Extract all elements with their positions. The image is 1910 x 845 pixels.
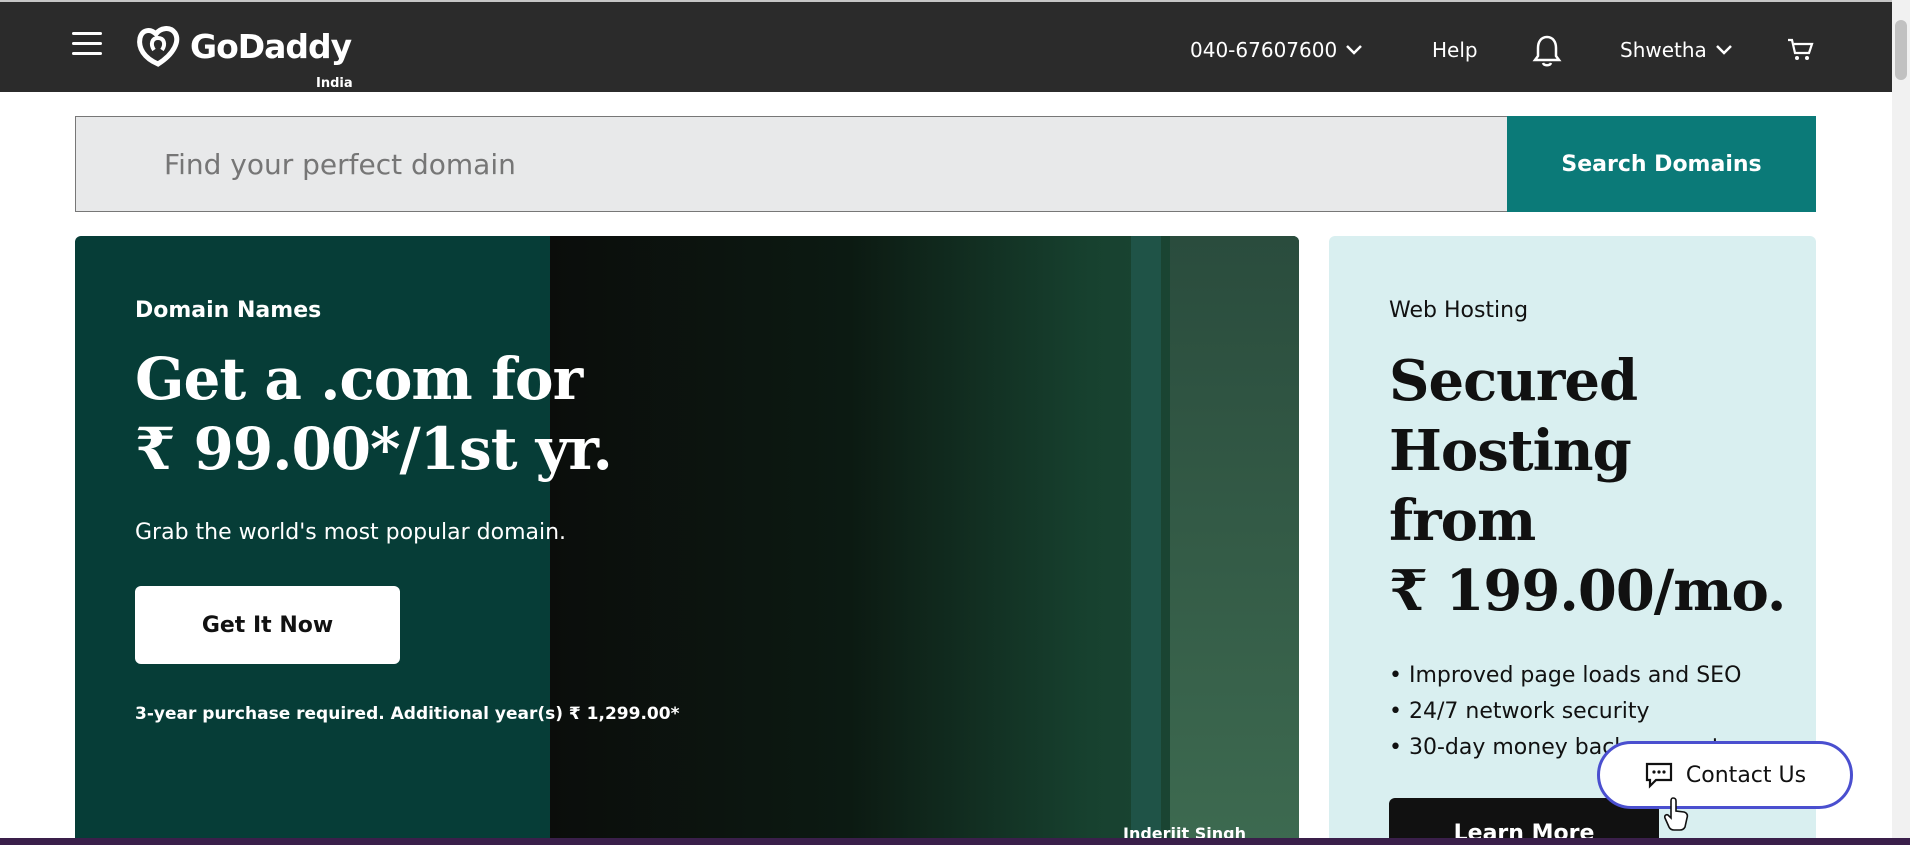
chevron-down-icon [1346,45,1363,55]
chevron-down-icon [1715,45,1732,55]
contact-us-button[interactable]: Contact Us [1597,741,1853,809]
scrollbar[interactable] [1892,0,1910,845]
promo-title-line-2: Hosting [1389,418,1632,484]
promo-title-line-3: from [1389,488,1536,554]
godaddy-logo[interactable]: GoDaddy India [134,24,353,91]
hero-title-line-1: Get a .com for [135,345,583,413]
domain-search: Search Domains [75,116,1816,212]
chat-icon [1645,762,1673,789]
cart-icon[interactable] [1786,36,1814,66]
hero-kicker: Domain Names [135,298,322,323]
scrollbar-thumb[interactable] [1895,20,1907,80]
top-navigation-bar: GoDaddy India 040-67607600 Help Shwetha [0,0,1910,92]
background-foliage [1170,236,1299,845]
list-item: 24/7 network security [1389,694,1748,730]
phone-menu[interactable]: 040-67607600 [1190,38,1363,62]
phone-number: 040-67607600 [1190,38,1338,62]
godaddy-logo-icon [137,26,180,67]
menu-icon[interactable] [72,32,102,58]
bell-icon[interactable] [1532,34,1562,72]
hero-subtitle: Grab the world's most popular domain. [135,520,567,545]
hero-title: Get a .com for ₹ 99.00*/1st yr. [135,344,615,484]
promo-kicker: Web Hosting [1389,298,1529,323]
logo-text: GoDaddy [190,26,352,66]
domain-search-input[interactable] [75,116,1507,212]
promo-title: Secured Hosting from ₹ 199.00/mo. [1389,346,1789,626]
promo-title-line-1: Secured [1389,348,1638,414]
get-it-now-button[interactable]: Get It Now [135,586,400,664]
help-link[interactable]: Help [1432,38,1478,62]
door-frame [1131,236,1161,845]
search-domains-button[interactable]: Search Domains [1507,116,1816,212]
user-account-menu[interactable]: Shwetha [1620,38,1733,62]
hero-title-line-2: ₹ 99.00*/1st yr. [135,415,613,483]
contact-us-label: Contact Us [1685,762,1807,788]
hand-pointer-icon [1664,797,1689,831]
domain-promo-hero: Inderjit Singh Domain Names Get a .com f… [75,236,1299,845]
promo-title-line-4: ₹ 199.00/mo. [1389,558,1786,624]
taskbar [0,838,1910,845]
logo-country: India [316,76,353,91]
user-name: Shwetha [1620,38,1707,62]
hero-fine-print: 3-year purchase required. Additional yea… [135,704,680,724]
list-item: Improved page loads and SEO [1389,658,1748,694]
